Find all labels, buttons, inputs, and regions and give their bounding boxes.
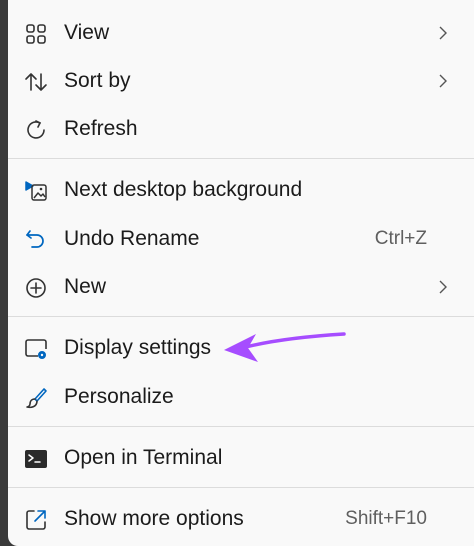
- keyboard-shortcut: Ctrl+Z: [374, 228, 427, 249]
- menu-item-view[interactable]: View: [8, 11, 474, 55]
- annotation-arrow: [224, 332, 346, 362]
- chevron-right-icon: [436, 25, 450, 41]
- grid-view-icon: [24, 22, 48, 46]
- menu-item-label: Undo Rename: [64, 227, 200, 250]
- chevron-right-icon: [436, 279, 450, 295]
- menu-item-show-more-options[interactable]: Show more options Shift+F10: [8, 497, 474, 541]
- menu-item-label: Next desktop background: [64, 178, 303, 201]
- menu-separator: [8, 426, 474, 427]
- menu-item-label: Open in Terminal: [64, 446, 223, 469]
- sort-arrows-icon: [24, 70, 48, 94]
- menu-separator: [8, 487, 474, 488]
- open-external-icon: [24, 508, 48, 532]
- menu-item-next-desktop-background[interactable]: Next desktop background: [8, 168, 474, 212]
- menu-separator: [8, 316, 474, 317]
- menu-item-refresh[interactable]: Refresh: [8, 107, 474, 151]
- display-settings-icon: [24, 337, 48, 361]
- menu-separator: [8, 158, 474, 159]
- menu-item-label: Refresh: [64, 117, 138, 140]
- menu-item-new[interactable]: New: [8, 265, 474, 309]
- paintbrush-icon: [24, 386, 48, 410]
- plus-circle-icon: [24, 276, 48, 300]
- slideshow-image-icon: [24, 179, 48, 203]
- menu-item-personalize[interactable]: Personalize: [8, 375, 474, 419]
- menu-item-label: View: [64, 21, 110, 44]
- menu-item-sort-by[interactable]: Sort by: [8, 59, 474, 103]
- refresh-icon: [24, 118, 48, 142]
- menu-item-label: Show more options: [64, 507, 244, 530]
- terminal-icon: [24, 447, 48, 471]
- menu-item-open-in-terminal[interactable]: Open in Terminal: [8, 436, 474, 480]
- context-menu: View Sort by Refresh Next desktop backgr…: [8, 0, 474, 546]
- keyboard-shortcut: Shift+F10: [345, 508, 427, 529]
- menu-item-label: Personalize: [64, 385, 174, 408]
- menu-item-label: Sort by: [64, 69, 131, 92]
- menu-item-label: New: [64, 275, 107, 298]
- menu-item-undo-rename[interactable]: Undo Rename Ctrl+Z: [8, 217, 474, 261]
- undo-icon: [24, 228, 48, 252]
- chevron-right-icon: [436, 73, 450, 89]
- menu-item-label: Display settings: [64, 336, 212, 359]
